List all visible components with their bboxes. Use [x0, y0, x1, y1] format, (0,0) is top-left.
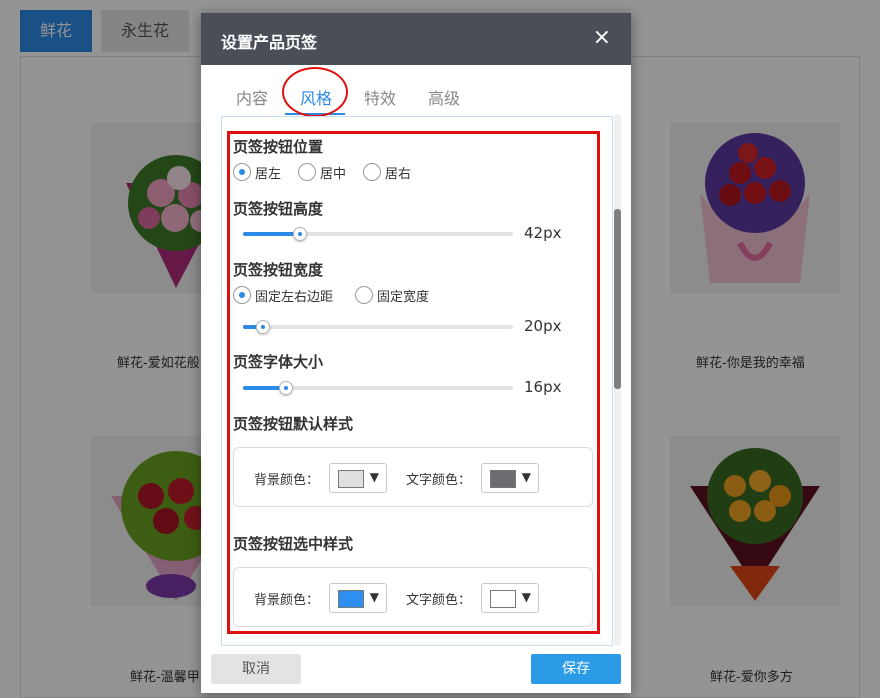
annotation-rectangle	[227, 131, 600, 634]
tab-settings-dialog: 设置产品页签 × 内容 风格 特效 高级 页签按钮位置 居左 居中 居右 页签按…	[201, 13, 631, 693]
dialog-footer: 取消 保存	[201, 647, 631, 693]
save-button[interactable]: 保存	[531, 654, 621, 684]
cancel-button[interactable]: 取消	[211, 654, 301, 684]
tab-effects[interactable]: 特效	[364, 85, 396, 109]
annotation-circle	[282, 67, 348, 117]
dialog-title: 设置产品页签	[221, 33, 318, 52]
scrollbar-thumb[interactable]	[614, 209, 621, 389]
tab-content[interactable]: 内容	[236, 85, 268, 109]
dialog-header: 设置产品页签 ×	[201, 13, 631, 65]
close-icon[interactable]: ×	[593, 27, 611, 49]
tab-advanced[interactable]: 高级	[428, 85, 460, 109]
